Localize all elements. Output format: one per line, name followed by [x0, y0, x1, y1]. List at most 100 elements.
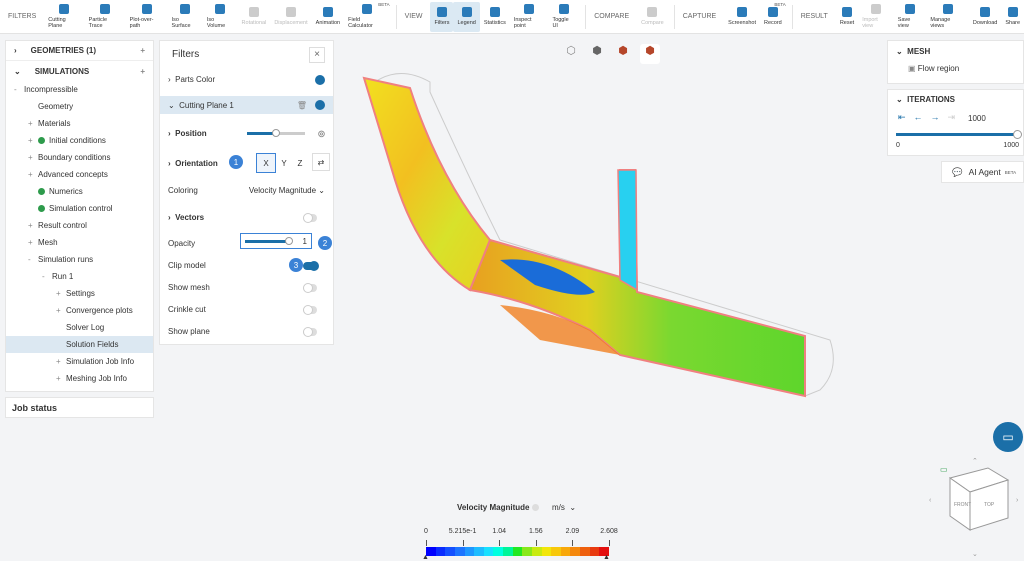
orientation-cube[interactable]: ▭ FRONT TOP ⌃ ‹ › ⌄ — [928, 458, 1024, 558]
filters-button[interactable]: Filters — [430, 1, 454, 32]
expand-toggle-icon[interactable]: - — [14, 85, 24, 94]
ai-agent-button[interactable]: 💬 AI Agent BETA — [941, 161, 1024, 183]
position-slider[interactable] — [247, 129, 305, 137]
tree-item-meshing-job-info[interactable]: + Meshing Job Info — [6, 370, 153, 387]
prev-iteration-icon[interactable]: ← — [914, 112, 923, 123]
tree-item-simulation-control[interactable]: Simulation control — [6, 200, 153, 217]
tree-item-settings[interactable]: + Settings — [6, 285, 153, 302]
record-button[interactable]: Record BETA — [760, 2, 786, 32]
toolbar: FILTERS Cutting Plane Particle Trace Plot-o… — [0, 0, 1024, 34]
position-row[interactable]: › Position ◎ — [168, 129, 325, 138]
crinkle-cut-row[interactable]: Crinkle cut — [168, 304, 325, 315]
expand-toggle-icon[interactable]: + — [28, 170, 38, 179]
opacity-value[interactable]: 1 — [303, 237, 307, 246]
expand-toggle-icon[interactable]: + — [28, 221, 38, 230]
expand-toggle-icon[interactable]: + — [28, 136, 38, 145]
coloring-select[interactable]: Velocity Magnitude ⌄ — [249, 186, 325, 195]
expand-toggle-icon[interactable]: + — [28, 238, 38, 247]
min-handle[interactable]: ▲ — [422, 554, 429, 561]
inspect-point-button[interactable]: Inspect point — [510, 2, 549, 32]
tree-item-initial-conditions[interactable]: + Initial conditions — [6, 132, 153, 149]
expand-toggle-icon[interactable]: + — [28, 153, 38, 162]
legend-settings-icon[interactable] — [531, 504, 539, 512]
next-iteration-icon[interactable]: → — [931, 112, 940, 123]
axis-y-button[interactable]: Y — [276, 153, 292, 173]
job-status-panel[interactable]: Job status — [5, 397, 154, 418]
show-plane-row[interactable]: Show plane — [168, 326, 325, 337]
show-mesh-toggle[interactable] — [303, 282, 317, 293]
tree-item-solution-fields[interactable]: Solution Fields — [6, 336, 153, 353]
cutting-plane-button[interactable]: Cutting Plane — [44, 2, 84, 32]
reset-button[interactable]: Reset — [836, 2, 858, 32]
manage-views-button[interactable]: Manage views — [926, 2, 969, 32]
expand-toggle-icon[interactable]: + — [56, 289, 66, 298]
tree-item-boundary-conditions[interactable]: + Boundary conditions — [6, 149, 153, 166]
first-iteration-icon[interactable]: ⇤ — [898, 112, 906, 123]
chat-launcher[interactable]: ▭ — [993, 422, 1023, 452]
tree-item-mesh[interactable]: + Mesh — [6, 234, 153, 251]
mesh-item[interactable]: ▣ Flow region — [888, 62, 1023, 75]
visibility-toggle[interactable] — [315, 100, 325, 110]
statistics-button[interactable]: Statistics — [480, 2, 510, 32]
show-plane-toggle[interactable] — [303, 326, 317, 337]
tree-item-simulation-runs[interactable]: - Simulation runs — [6, 251, 153, 268]
save-view-button[interactable]: Save view — [894, 2, 927, 32]
axis-z-button[interactable]: Z — [292, 153, 308, 173]
target-icon[interactable]: ◎ — [318, 129, 325, 138]
simulations-header[interactable]: ⌄ SIMULATIONS + — [6, 61, 153, 81]
axis-x-button[interactable]: X — [256, 153, 276, 173]
iterations-header[interactable]: ⌄ ITERATIONS — [888, 90, 1023, 109]
download-button[interactable]: Download — [969, 2, 1001, 32]
tree-item-simulation-job-info[interactable]: + Simulation Job Info — [6, 353, 153, 370]
expand-toggle-icon[interactable]: + — [28, 119, 38, 128]
tree-item-geometry[interactable]: Geometry — [6, 98, 153, 115]
screenshot-button[interactable]: Screenshot — [724, 2, 760, 32]
particle-trace-button[interactable]: Particle Trace — [85, 2, 126, 32]
close-icon[interactable]: × — [309, 47, 325, 63]
toggle-ui-button[interactable]: Toggle UI — [548, 2, 579, 32]
svg-text:⌃: ⌃ — [972, 458, 978, 465]
vectors-row[interactable]: › Vectors — [168, 212, 325, 223]
field-calculator-button[interactable]: Field Calculator BETA — [344, 2, 389, 32]
max-handle[interactable]: ▲ — [603, 554, 610, 561]
vectors-toggle[interactable] — [303, 212, 317, 223]
legend-button[interactable]: Legend — [453, 1, 480, 32]
expand-toggle-icon[interactable]: + — [56, 306, 66, 315]
geometries-header[interactable]: › GEOMETRIES (1) + — [6, 41, 153, 61]
mesh-header[interactable]: ⌄ MESH — [888, 41, 1023, 62]
parts-color-row[interactable]: › Parts Color — [168, 74, 325, 85]
iso-surface-button[interactable]: Iso Surface — [168, 2, 203, 32]
iso-volume-button[interactable]: Iso Volume — [203, 2, 238, 32]
tree-item-materials[interactable]: + Materials — [6, 115, 153, 132]
expand-toggle-icon[interactable]: - — [42, 272, 52, 281]
tree-item-solver-log[interactable]: Solver Log — [6, 319, 153, 336]
unit-select[interactable]: m/s ⌄ — [552, 503, 576, 512]
expand-toggle-icon[interactable]: + — [56, 374, 66, 383]
expand-toggle-icon[interactable]: - — [28, 255, 38, 264]
tree-item-convergence-plots[interactable]: + Convergence plots — [6, 302, 153, 319]
iteration-value[interactable]: 1000 — [968, 114, 986, 123]
displacement-icon — [285, 7, 296, 17]
opacity-label: Opacity — [168, 239, 196, 248]
show-mesh-row[interactable]: Show mesh — [168, 282, 325, 293]
tree-item-incompressible[interactable]: - Incompressible — [6, 81, 153, 98]
share-button[interactable]: Share — [1001, 2, 1024, 32]
delete-icon[interactable]: 🗑 — [297, 101, 307, 110]
legend-tick-mark — [426, 540, 427, 546]
clip-model-toggle[interactable] — [303, 260, 319, 271]
tree-item-label: Numerics — [49, 187, 83, 196]
tree-item-advanced-concepts[interactable]: + Advanced concepts — [6, 166, 153, 183]
tree-item-numerics[interactable]: Numerics — [6, 183, 153, 200]
expand-toggle-icon[interactable]: + — [56, 357, 66, 366]
tree-item-result-control[interactable]: + Result control — [6, 217, 153, 234]
opacity-control[interactable]: 1 — [240, 233, 312, 249]
cutting-plane-row[interactable]: ⌄ Cutting Plane 1 🗑 — [160, 96, 333, 114]
iteration-slider[interactable] — [896, 130, 1022, 139]
pipe-visualization[interactable] — [350, 60, 840, 410]
plot-over-path-button[interactable]: Plot-over-path — [126, 2, 168, 32]
crinkle-cut-toggle[interactable] — [303, 304, 317, 315]
flip-icon[interactable]: ⇄ — [312, 153, 330, 171]
tree-item-run-1[interactable]: - Run 1 — [6, 268, 153, 285]
beta-badge: BETA — [378, 1, 390, 7]
animation-button[interactable]: Animation — [312, 2, 344, 32]
